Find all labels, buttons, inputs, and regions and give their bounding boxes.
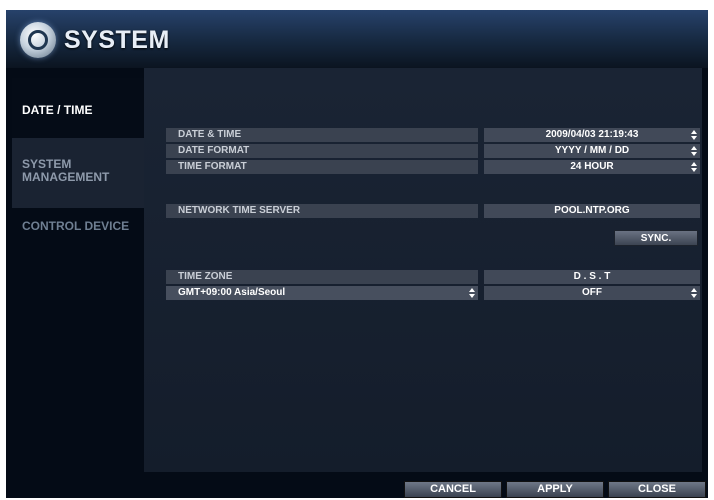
date-time-field[interactable]: 2009/04/03 21:19:43 [484,128,700,142]
settings-panel: DATE & TIME 2009/04/03 21:19:43 DATE FOR… [144,68,702,472]
spinner-arrows-icon[interactable] [691,130,697,140]
date-format-value: YYYY / MM / DD [554,145,630,156]
sidebar-item-system-management[interactable]: SYSTEM MANAGEMENT [12,138,144,208]
time-zone-select[interactable]: GMT+09:00 Asia/Seoul [166,286,478,300]
time-format-value: 24 HOUR [570,161,614,172]
header-bar: SYSTEM [6,10,708,68]
sidebar-item-control-device[interactable]: CONTROL DEVICE [12,218,144,258]
spinner-arrows-icon[interactable] [469,288,475,298]
time-zone-value: GMT+09:00 Asia/Seoul [178,287,286,298]
dst-select[interactable]: OFF [484,286,700,300]
spinner-arrows-icon[interactable] [691,162,697,172]
apply-button[interactable]: APPLY [506,481,604,498]
spinner-arrows-icon[interactable] [691,146,697,156]
ntp-server-field[interactable]: POOL.NTP.ORG [484,204,700,218]
dst-label: D . S . T [484,270,700,284]
sync-button[interactable]: SYNC. [614,230,698,246]
close-button[interactable]: CLOSE [608,481,706,498]
top-strip [0,0,714,10]
system-logo-icon [20,22,56,58]
app-title: SYSTEM [64,26,170,54]
cancel-button[interactable]: CANCEL [404,481,502,498]
sidebar-item-date-time[interactable]: DATE / TIME [12,78,144,142]
time-zone-label: TIME ZONE [166,270,478,284]
date-format-select[interactable]: YYYY / MM / DD [484,144,700,158]
time-format-label: TIME FORMAT [166,160,478,174]
ntp-label: NETWORK TIME SERVER [166,204,478,218]
sidebar: DATE / TIME SYSTEM MANAGEMENT CONTROL DE… [6,68,144,498]
time-format-select[interactable]: 24 HOUR [484,160,700,174]
date-time-label: DATE & TIME [166,128,478,142]
date-format-label: DATE FORMAT [166,144,478,158]
dst-value: OFF [582,287,602,298]
top-strip-fragment [10,0,15,8]
date-time-value: 2009/04/03 21:19:43 [545,129,639,140]
spinner-arrows-icon[interactable] [691,288,697,298]
system-window: SYSTEM DATE / TIME SYSTEM MANAGEMENT CON… [6,10,708,498]
